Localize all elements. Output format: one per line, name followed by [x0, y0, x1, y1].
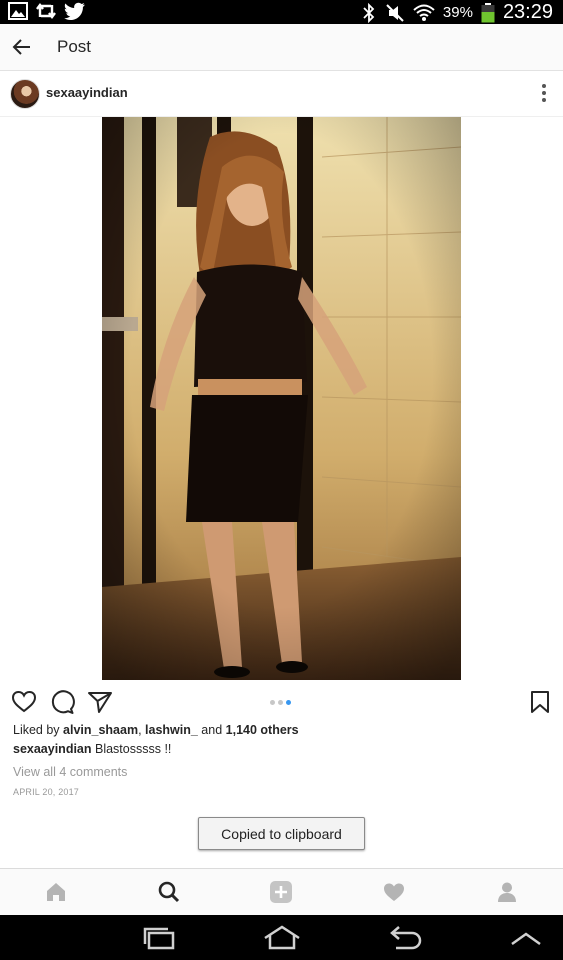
likes-prefix: Liked by [13, 723, 64, 737]
post-actions [0, 685, 563, 719]
bottom-navigation [0, 868, 563, 915]
like-heart-icon[interactable] [11, 689, 37, 715]
system-navigation-bar [0, 915, 563, 960]
carousel-indicator [270, 700, 291, 705]
image-icon [8, 2, 28, 20]
photo-illustration [102, 117, 461, 680]
clock-time: 23:29 [502, 1, 553, 23]
post-header: Post [0, 24, 563, 71]
view-comments-link[interactable]: View all 4 comments [13, 765, 127, 779]
more-options-icon[interactable] [539, 82, 549, 104]
home-icon[interactable] [262, 924, 302, 952]
post-author-row: sexaayindian [0, 71, 563, 117]
clipboard-toast: Copied to clipboard [198, 817, 365, 850]
post-date: APRIL 20, 2017 [13, 787, 80, 797]
post-caption: sexaayindian Blastosssss !! [13, 742, 171, 756]
likes-others-link[interactable]: 1,140 others [226, 723, 299, 737]
save-bookmark-icon[interactable] [527, 689, 553, 715]
twitter-icon [64, 2, 85, 20]
avatar[interactable] [10, 79, 40, 109]
back-icon[interactable] [384, 924, 424, 952]
page-title: Post [57, 37, 92, 56]
add-post-icon[interactable] [269, 880, 293, 904]
likes-separator: , [138, 723, 146, 737]
retweet-icon [36, 2, 56, 19]
likes-summary: Liked by alvin_shaam, lashwin_ and 1,140… [13, 723, 299, 737]
likes-and: and [197, 723, 226, 737]
post-username[interactable]: sexaayindian [46, 85, 128, 100]
post-photo[interactable] [102, 117, 461, 680]
liker-username[interactable]: lashwin_ [145, 723, 198, 737]
home-icon[interactable] [44, 880, 68, 904]
carousel-dot [278, 700, 283, 705]
battery-percent: 39% [442, 4, 473, 21]
caption-text: Blastosssss !! [91, 742, 172, 756]
collapse-icon[interactable] [506, 924, 546, 952]
activity-heart-icon[interactable] [382, 880, 406, 904]
back-arrow-icon[interactable] [10, 35, 34, 59]
share-icon[interactable] [87, 689, 113, 715]
liker-username[interactable]: alvin_shaam [63, 723, 138, 737]
recent-apps-icon[interactable] [140, 924, 180, 952]
status-bar: 39% 23:29 [0, 0, 563, 24]
battery-icon [481, 2, 495, 22]
bluetooth-icon [363, 2, 375, 23]
caption-username[interactable]: sexaayindian [13, 742, 92, 756]
mute-icon [386, 3, 404, 22]
carousel-dot [270, 700, 275, 705]
wifi-icon [413, 4, 435, 21]
search-icon[interactable] [157, 880, 181, 904]
profile-icon[interactable] [495, 880, 519, 904]
carousel-dot-active [286, 700, 291, 705]
comment-icon[interactable] [49, 689, 75, 715]
